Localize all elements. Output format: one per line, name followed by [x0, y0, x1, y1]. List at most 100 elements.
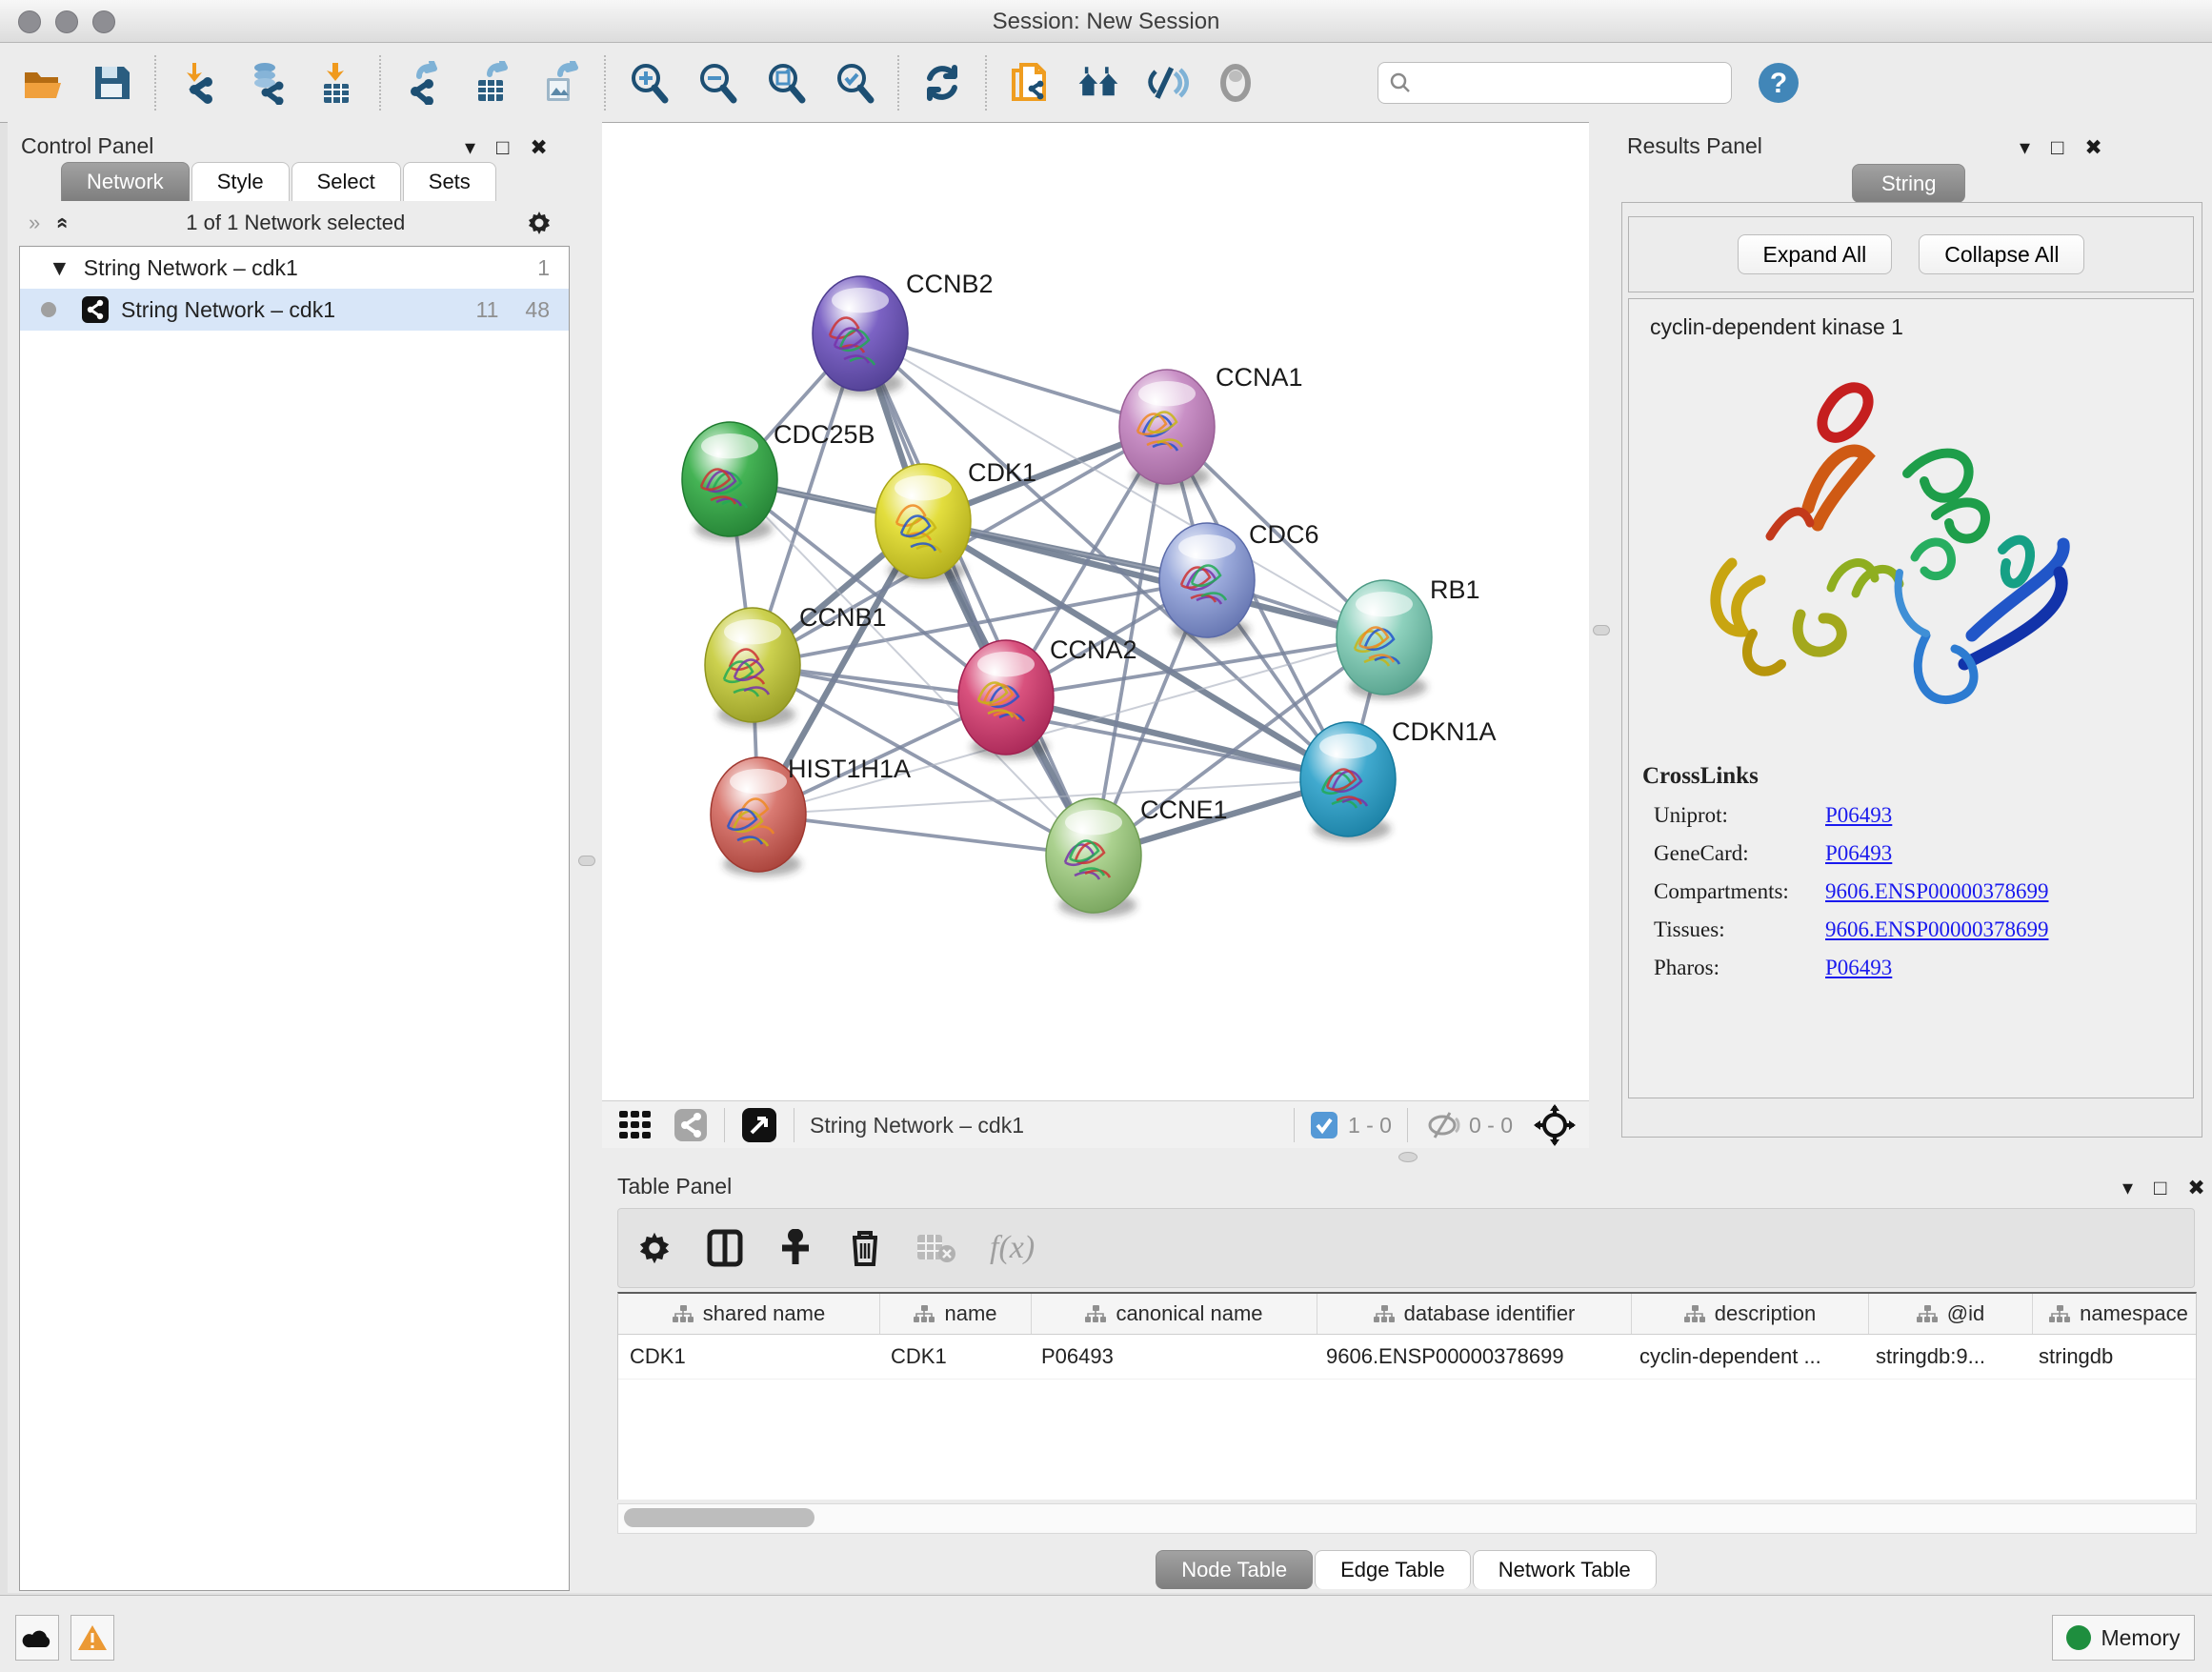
node-CCNB1[interactable]: CCNB1: [705, 603, 887, 727]
column-header-namespace[interactable]: namespace: [2033, 1294, 2197, 1334]
open-session-icon[interactable]: [21, 61, 65, 105]
table-panel-float-icon[interactable]: □: [2154, 1176, 2166, 1200]
expand-all-button[interactable]: Expand All: [1738, 234, 1893, 274]
control-panel-tabs: NetworkStyleSelectSets: [61, 162, 498, 201]
results-panel-float-icon[interactable]: □: [2051, 135, 2063, 160]
network-row[interactable]: String Network – cdk1 11 48: [20, 289, 569, 331]
save-session-icon[interactable]: [90, 61, 133, 105]
horizontal-splitter[interactable]: [602, 1148, 2212, 1164]
birdseye-view-icon[interactable]: [740, 1106, 778, 1144]
crosslink-link[interactable]: 9606.ENSP00000378699: [1825, 917, 2049, 942]
table-panel-close-icon[interactable]: ✖: [2187, 1176, 2204, 1200]
table-panel-collapse-icon[interactable]: ▾: [2122, 1176, 2133, 1200]
import-network-file-icon[interactable]: [177, 61, 221, 105]
table-options-gear-icon[interactable]: [635, 1229, 674, 1267]
network-nodes[interactable]: CCNB2CCNA1CDC25BCDK1CDC6RB1CCNB1CCNA2CDK…: [682, 270, 1497, 917]
table-hscrollbar[interactable]: [617, 1503, 2197, 1534]
export-network-icon[interactable]: [402, 61, 446, 105]
results-panel-close-icon[interactable]: ✖: [2084, 135, 2101, 160]
show-columns-icon[interactable]: [706, 1229, 744, 1267]
fit-selected-crosshair-icon[interactable]: [1534, 1104, 1576, 1146]
zoom-in-icon[interactable]: [627, 61, 671, 105]
refresh-icon[interactable]: [920, 61, 964, 105]
left-splitter-handle[interactable]: [578, 856, 595, 866]
collapse-all-button[interactable]: Collapse All: [1919, 234, 2084, 274]
table-header-row: shared namenamecanonical namedatabase id…: [618, 1294, 2196, 1335]
grid-view-icon[interactable]: [617, 1107, 654, 1143]
control-panel-float-icon[interactable]: □: [496, 135, 509, 160]
table-tab-node-table[interactable]: Node Table: [1156, 1550, 1313, 1589]
horizontal-splitter-handle[interactable]: [1398, 1152, 1418, 1162]
column-header-shared-name[interactable]: shared name: [618, 1294, 880, 1334]
column-header-@id[interactable]: @id: [1869, 1294, 2033, 1334]
import-table-icon[interactable]: [314, 61, 358, 105]
results-tab-string[interactable]: String: [1852, 164, 1965, 203]
node-CCNA2[interactable]: CCNA2: [958, 635, 1137, 759]
network-canvas[interactable]: CCNB2CCNA1CDC25BCDK1CDC6RB1CCNB1CCNA2CDK…: [602, 123, 1589, 1100]
network-graph[interactable]: CCNB2CCNA1CDC25BCDK1CDC6RB1CCNB1CCNA2CDK…: [602, 123, 1589, 1100]
node-CDKN1A[interactable]: CDKN1A: [1300, 717, 1497, 841]
control-panel-collapse-icon[interactable]: ▾: [465, 135, 475, 160]
column-header-description[interactable]: description: [1632, 1294, 1869, 1334]
cloud-button[interactable]: [15, 1615, 59, 1661]
node-highlight: [1178, 534, 1236, 559]
node-HIST1H1A[interactable]: HIST1H1A: [711, 755, 911, 876]
table-cell: CDK1: [879, 1335, 1030, 1379]
control-tab-network[interactable]: Network: [61, 162, 190, 201]
crosslink-link[interactable]: P06493: [1825, 841, 1892, 866]
right-splitter-handle[interactable]: [1593, 625, 1610, 635]
control-tab-style[interactable]: Style: [191, 162, 290, 201]
node-highlight: [895, 475, 952, 500]
zoom-selected-icon[interactable]: [833, 61, 876, 105]
network-collection-row[interactable]: ▼ String Network – cdk1 1: [20, 247, 569, 289]
table-tab-edge-table[interactable]: Edge Table: [1315, 1550, 1471, 1589]
results-panel-collapse-icon[interactable]: ▾: [2020, 135, 2030, 160]
warning-button[interactable]: [70, 1615, 114, 1661]
search-input[interactable]: [1413, 70, 1693, 96]
node-CCNE1[interactable]: CCNE1: [1046, 796, 1228, 917]
node-RB1[interactable]: RB1: [1337, 575, 1480, 699]
node-label: HIST1H1A: [788, 755, 911, 783]
table-row[interactable]: CDK1CDK1P064939606.ENSP00000378699cyclin…: [618, 1335, 2196, 1380]
crosslink-label: Tissues:: [1654, 917, 1825, 942]
network-view-share-icon[interactable]: [673, 1107, 709, 1143]
column-header-canonical-name[interactable]: canonical name: [1032, 1294, 1317, 1334]
create-column-plus-icon[interactable]: [776, 1229, 814, 1267]
crosslink-label: Uniprot:: [1654, 803, 1825, 828]
delete-column-trash-icon[interactable]: [847, 1228, 883, 1268]
inactive-eye-icon[interactable]: [1214, 61, 1257, 105]
network-options-gear-icon[interactable]: [524, 208, 554, 238]
node-CDC25B[interactable]: CDC25B: [682, 420, 875, 541]
node-CCNB2[interactable]: CCNB2: [813, 270, 994, 395]
table-tab-network-table[interactable]: Network Table: [1473, 1550, 1657, 1589]
right-splitter[interactable]: [1589, 122, 1612, 1148]
collection-expand-icon[interactable]: ▼: [49, 255, 70, 281]
control-tab-select[interactable]: Select: [292, 162, 401, 201]
home-networks-icon[interactable]: [1076, 61, 1120, 105]
table-hscrollbar-thumb[interactable]: [624, 1508, 814, 1527]
left-splitter[interactable]: [570, 122, 602, 1593]
expand-all-tree-icon[interactable]: »: [49, 217, 73, 229]
hide-show-eye-icon[interactable]: [1145, 61, 1189, 105]
selected-checkbox-icon[interactable]: [1310, 1111, 1338, 1139]
help-icon[interactable]: ?: [1757, 61, 1800, 105]
crosslink-link[interactable]: P06493: [1825, 956, 1892, 980]
column-header-name[interactable]: name: [880, 1294, 1032, 1334]
edge-HIST1H1A-CCNE1[interactable]: [758, 815, 1094, 856]
zoom-out-icon[interactable]: [695, 61, 739, 105]
export-image-icon[interactable]: [539, 61, 583, 105]
node-CDC6[interactable]: CDC6: [1159, 520, 1319, 642]
zoom-fit-icon[interactable]: [764, 61, 808, 105]
export-table-icon[interactable]: [471, 61, 514, 105]
control-tab-sets[interactable]: Sets: [403, 162, 496, 201]
column-header-database-identifier[interactable]: database identifier: [1317, 1294, 1632, 1334]
import-network-database-icon[interactable]: [246, 61, 290, 105]
control-panel-close-icon[interactable]: ✖: [530, 135, 547, 160]
node-highlight: [977, 652, 1035, 676]
crosslink-link[interactable]: P06493: [1825, 803, 1892, 828]
collapse-all-tree-icon[interactable]: »: [29, 211, 40, 235]
crosslink-link[interactable]: 9606.ENSP00000378699: [1825, 879, 2049, 904]
duplicate-network-icon[interactable]: [1008, 61, 1052, 105]
memory-button[interactable]: Memory: [2052, 1615, 2195, 1661]
node-CDK1[interactable]: CDK1: [875, 458, 1036, 583]
